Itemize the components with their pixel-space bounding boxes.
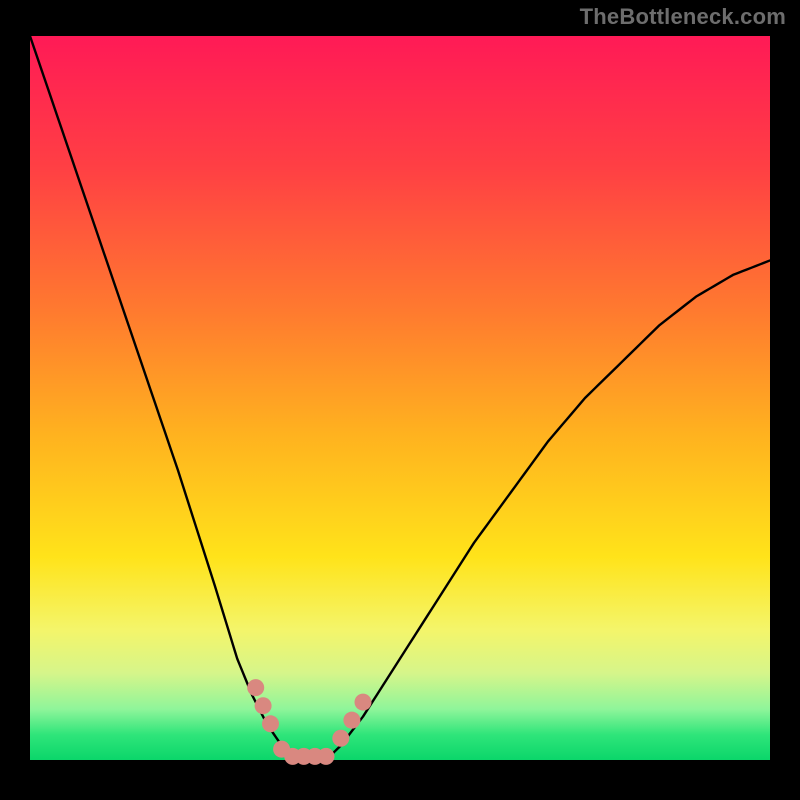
chart-canvas [0, 0, 800, 800]
highlight-dot [247, 679, 264, 696]
watermark-text: TheBottleneck.com [580, 6, 786, 28]
chart-plot-area [30, 36, 770, 760]
bottleneck-chart: TheBottleneck.com [0, 0, 800, 800]
highlight-dot [318, 748, 335, 765]
highlight-dot [332, 730, 349, 747]
highlight-dot [355, 694, 372, 711]
highlight-dot [262, 715, 279, 732]
highlight-dot [343, 712, 360, 729]
highlight-dot [255, 697, 272, 714]
